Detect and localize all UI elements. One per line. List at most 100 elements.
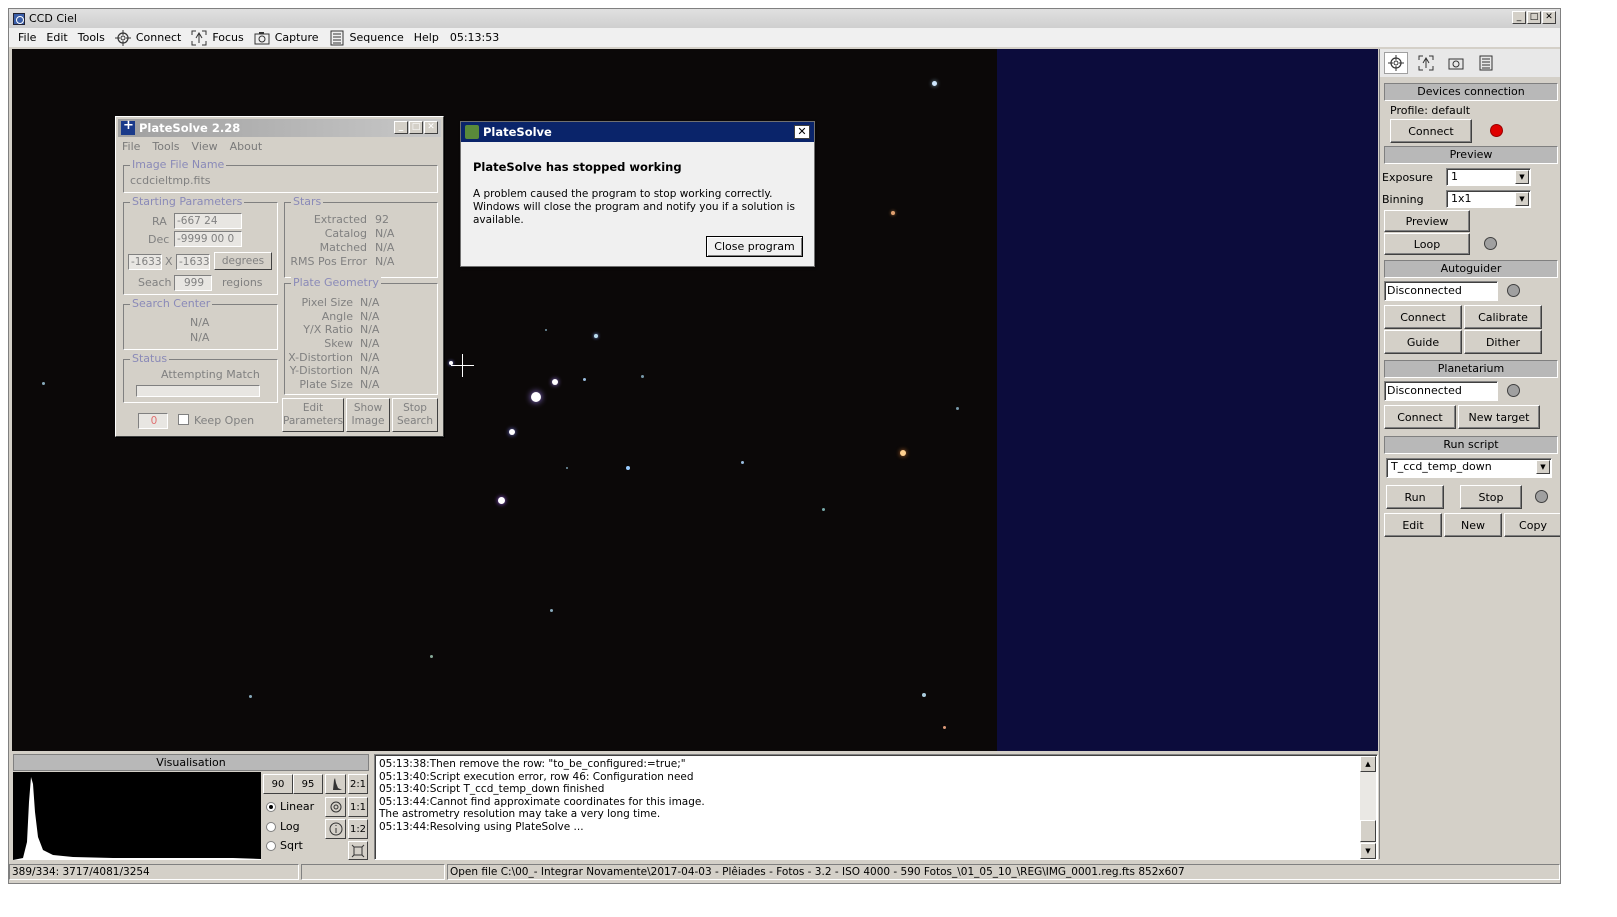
menu-focus[interactable]: Focus bbox=[186, 28, 248, 47]
log-scrollbar[interactable]: ▲ ▼ bbox=[1360, 756, 1376, 859]
geo-pixel-size-value: N/A bbox=[360, 296, 380, 309]
menu-help-label: Help bbox=[413, 31, 439, 44]
degrees-button[interactable]: degrees bbox=[214, 252, 272, 270]
minimize-button[interactable]: _ bbox=[394, 121, 408, 134]
guide-button[interactable]: Guide bbox=[1384, 330, 1462, 354]
script-combo[interactable]: T_ccd_temp_down ▼ bbox=[1386, 458, 1552, 478]
stop-search-line1: Stop bbox=[403, 402, 427, 414]
histogram[interactable] bbox=[13, 772, 261, 860]
tab-connect[interactable] bbox=[1384, 52, 1408, 74]
ps-menu-about[interactable]: About bbox=[230, 140, 263, 153]
loop-button[interactable]: Loop bbox=[1384, 233, 1470, 255]
platesolve-title-bar[interactable]: PlateSolve 2.28 _ □ ✕ bbox=[118, 118, 441, 137]
script-stop-button[interactable]: Stop bbox=[1460, 485, 1522, 509]
dec-field[interactable]: -9999 00 0 bbox=[174, 231, 242, 247]
stars-extracted-value: 92 bbox=[375, 213, 389, 226]
tab-capture[interactable] bbox=[1444, 52, 1468, 74]
ps-menu-view[interactable]: View bbox=[192, 140, 218, 153]
zoom-fit-button[interactable] bbox=[348, 841, 368, 860]
zoom-1-2-button[interactable]: 1:2 bbox=[348, 819, 368, 839]
close-icon[interactable]: ✕ bbox=[794, 125, 810, 139]
autoguider-connect-button[interactable]: Connect bbox=[1384, 305, 1462, 329]
menu-help[interactable]: Help bbox=[409, 28, 444, 47]
devices-connect-button[interactable]: Connect bbox=[1390, 119, 1472, 143]
menu-file[interactable]: File bbox=[13, 28, 41, 47]
stop-search-button[interactable]: Stop Search bbox=[392, 398, 438, 432]
script-selected: T_ccd_temp_down bbox=[1391, 460, 1492, 473]
exposure-label: Exposure bbox=[1382, 171, 1433, 184]
search-field[interactable]: 999 bbox=[174, 275, 212, 291]
menu-connect[interactable]: Connect bbox=[110, 28, 186, 47]
info-button[interactable] bbox=[325, 819, 346, 839]
planetarium-status-indicator bbox=[1507, 384, 1520, 397]
crosshair-icon bbox=[1388, 55, 1404, 71]
invert-button[interactable] bbox=[325, 797, 346, 817]
log-line: 05:13:44:Cannot find approximate coordin… bbox=[379, 795, 705, 808]
preview-button[interactable]: Preview bbox=[1384, 210, 1470, 232]
script-new-button[interactable]: New bbox=[1444, 513, 1502, 537]
chevron-down-icon[interactable]: ▼ bbox=[1515, 170, 1529, 184]
stars-rms-label: RMS Pos Error bbox=[290, 255, 367, 268]
chevron-down-icon[interactable]: ▼ bbox=[1515, 192, 1529, 206]
menu-sequence[interactable]: Sequence bbox=[324, 28, 409, 47]
fit-icon bbox=[351, 844, 365, 857]
star bbox=[626, 466, 630, 470]
chevron-down-icon[interactable]: ▼ bbox=[1536, 460, 1550, 474]
zoom-2-1-button[interactable]: 2:1 bbox=[348, 774, 368, 794]
size-width-field[interactable]: -1633 bbox=[128, 254, 162, 270]
radio-log[interactable]: Log bbox=[266, 820, 300, 833]
menu-capture[interactable]: Capture bbox=[249, 28, 324, 47]
geo-skew-value: N/A bbox=[360, 337, 380, 350]
zoom-1-1-button[interactable]: 1:1 bbox=[348, 797, 368, 817]
script-copy-button[interactable]: Copy bbox=[1504, 513, 1560, 537]
star bbox=[932, 81, 937, 86]
calibrate-button[interactable]: Calibrate bbox=[1464, 305, 1542, 329]
error-dialog-title-bar[interactable]: PlateSolve ✕ bbox=[461, 122, 814, 142]
new-target-button[interactable]: New target bbox=[1458, 405, 1540, 429]
ps-menu-file[interactable]: File bbox=[122, 140, 140, 153]
radio-linear[interactable]: Linear bbox=[266, 800, 314, 813]
platesolve-app-icon bbox=[465, 125, 479, 139]
exposure-value: 1 bbox=[1451, 170, 1458, 183]
log-panel[interactable]: 05:13:38:Then remove the row: "to_be_con… bbox=[374, 754, 1378, 860]
high-cut-value[interactable]: 95 bbox=[293, 774, 323, 794]
geo-x-distortion-label: X-Distortion bbox=[288, 351, 353, 364]
ps-menu-tools[interactable]: Tools bbox=[152, 140, 179, 153]
dither-button[interactable]: Dither bbox=[1464, 330, 1542, 354]
ra-field[interactable]: -667 24 00.0 bbox=[174, 213, 242, 242]
size-height-field[interactable]: -1633 bbox=[176, 254, 210, 270]
maximize-button[interactable]: □ bbox=[1527, 11, 1541, 24]
binning-combo[interactable]: 1x1 ▼ bbox=[1446, 190, 1531, 208]
scroll-down-icon[interactable]: ▼ bbox=[1360, 843, 1376, 859]
scroll-thumb[interactable] bbox=[1360, 820, 1376, 842]
tab-sequence[interactable] bbox=[1474, 52, 1498, 74]
minimize-button[interactable]: _ bbox=[1512, 11, 1526, 24]
menu-tools[interactable]: Tools bbox=[73, 28, 110, 47]
edit-parameters-button[interactable]: Edit Parameters bbox=[282, 398, 344, 432]
planetarium-connect-button[interactable]: Connect bbox=[1384, 405, 1456, 429]
menu-edit[interactable]: Edit bbox=[41, 28, 72, 47]
stop-search-line2: Search bbox=[396, 415, 434, 427]
status-bar: 389/334: 3717/4081/3254 Open file C:\00_… bbox=[9, 863, 1560, 881]
status-label: Status bbox=[130, 352, 170, 365]
low-cut-value[interactable]: 90 bbox=[263, 774, 293, 794]
star bbox=[545, 329, 547, 331]
close-button[interactable]: ✕ bbox=[424, 121, 438, 134]
histogram-toggle[interactable] bbox=[325, 774, 346, 794]
image-file-name: ccdcieltmp.fits bbox=[130, 174, 211, 187]
close-button[interactable]: ✕ bbox=[1542, 11, 1556, 24]
exposure-combo[interactable]: 1 ▼ bbox=[1446, 168, 1531, 186]
star bbox=[641, 375, 644, 378]
keep-open-checkbox[interactable] bbox=[178, 414, 189, 425]
scroll-up-icon[interactable]: ▲ bbox=[1360, 756, 1376, 772]
title-bar[interactable]: CCD Ciel _ □ ✕ bbox=[9, 9, 1560, 28]
plate-geometry-group: Plate Geometry Pixel Size N/A Angle N/A … bbox=[284, 276, 438, 395]
radio-sqrt[interactable]: Sqrt bbox=[266, 839, 303, 852]
maximize-button[interactable]: □ bbox=[409, 121, 423, 134]
show-image-button[interactable]: Show Image bbox=[346, 398, 390, 432]
geo-yx-ratio-value: N/A bbox=[360, 323, 380, 336]
script-run-button[interactable]: Run bbox=[1386, 485, 1444, 509]
close-program-button[interactable]: Close program bbox=[706, 236, 803, 257]
tab-focus[interactable] bbox=[1414, 52, 1438, 74]
script-edit-button[interactable]: Edit bbox=[1384, 513, 1442, 537]
